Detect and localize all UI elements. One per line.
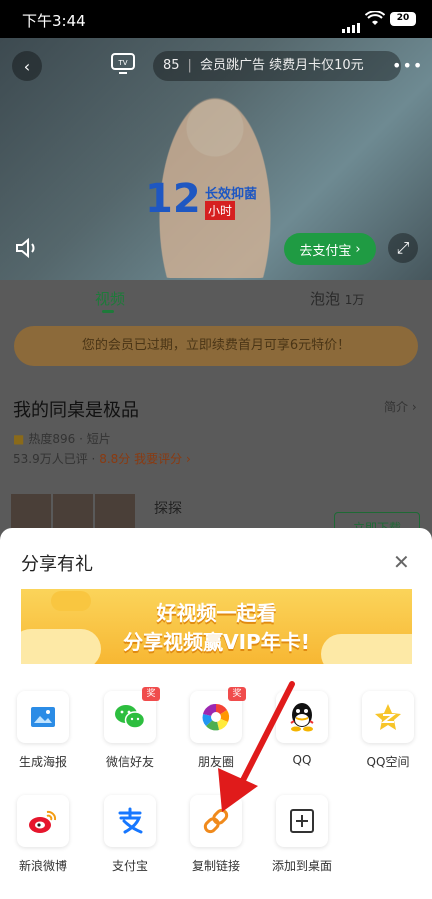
svg-text:TV: TV	[117, 59, 127, 67]
video-player[interactable]: 12 长效抑菌 小时 ‹ TV 85 | 会员跳广告 续费月卡仅10元 ••• 去支…	[0, 38, 432, 280]
banner-line-1: 好视频一起看	[156, 601, 277, 625]
share-item-label: 微信好友	[105, 755, 154, 769]
episode-label: 探探	[154, 501, 182, 517]
ad-countdown: 85	[163, 58, 180, 73]
share-sheet: 分享有礼 ✕ 好视频一起看 分享视频赢VIP年卡! 生成海报 奖 微信好友 奖 …	[0, 528, 432, 899]
banner-line-2: 分享视频赢VIP年卡!	[123, 630, 310, 654]
add-desktop-icon	[276, 795, 328, 847]
volume-icon[interactable]	[14, 236, 40, 264]
ad-promo-sub: 小时	[205, 201, 236, 220]
episode-thumbnails[interactable]	[11, 494, 135, 530]
share-copy-link[interactable]: 复制链接	[176, 795, 256, 874]
share-item-label: QQ空间	[366, 755, 410, 769]
battery-icon: 20	[390, 12, 416, 26]
close-icon[interactable]: ✕	[393, 550, 410, 574]
tab-bubbles-label: 泡泡	[310, 290, 341, 308]
share-wechat[interactable]: 奖 微信好友	[90, 687, 170, 770]
ad-promo-text: 长效抑菌	[205, 187, 258, 202]
cast-tv-icon[interactable]: TV	[110, 51, 136, 79]
share-item-label: 复制链接	[191, 859, 240, 873]
rate-link[interactable]: 我要评分 ›	[134, 452, 191, 466]
tab-bubbles-count: 1万	[344, 293, 365, 307]
more-icon[interactable]: •••	[392, 56, 423, 75]
share-qzone[interactable]: QQ空间	[348, 691, 428, 770]
ad-promo-number: 12	[145, 176, 201, 222]
tab-video[interactable]: 视频	[95, 288, 125, 309]
share-item-label: 添加到桌面	[271, 859, 332, 873]
show-meta: ■ 热度896 · 短片	[13, 432, 111, 446]
genre-label: 短片	[86, 432, 111, 446]
share-item-label: 支付宝	[111, 859, 148, 873]
share-promo-banner[interactable]: 好视频一起看 分享视频赢VIP年卡!	[21, 589, 412, 664]
status-bar: 下午3:44 20	[0, 0, 432, 38]
fire-icon: ■	[13, 432, 25, 446]
wifi-icon	[364, 10, 386, 31]
share-poster[interactable]: 生成海报	[3, 691, 83, 770]
wechat-icon: 奖	[104, 687, 160, 743]
ad-pay-label: 去支付宝	[299, 243, 352, 259]
show-title: 我的同桌是极品	[13, 400, 139, 421]
tab-bubbles[interactable]: 泡泡 1万	[310, 288, 364, 309]
status-time: 下午3:44	[22, 12, 86, 30]
fullscreen-icon[interactable]: ⤢	[388, 233, 418, 263]
alipay-icon	[104, 795, 156, 847]
share-alipay[interactable]: 支付宝	[90, 795, 170, 874]
intro-link[interactable]: 简介 ›	[384, 398, 417, 415]
rate-link-label: 我要评分	[134, 452, 183, 466]
ad-skip-pill[interactable]: 85 | 会员跳广告 续费月卡仅10元	[153, 51, 401, 81]
score-label: 8.8分	[99, 452, 131, 466]
link-icon	[190, 795, 242, 847]
share-item-label: QQ	[292, 753, 312, 767]
reward-badge: 奖	[228, 687, 246, 701]
signal-icon	[342, 14, 362, 33]
reward-badge: 奖	[142, 687, 160, 701]
heat-label: 热度896	[28, 432, 76, 446]
ad-pay-button[interactable]: 去支付宝 ›	[284, 233, 376, 265]
qq-icon	[276, 691, 328, 743]
share-item-label: 朋友圈	[197, 755, 234, 769]
followers-label: 53.9万人已评	[13, 452, 88, 466]
share-weibo[interactable]: 新浪微博	[3, 795, 83, 874]
moments-icon: 奖	[190, 687, 246, 743]
intro-link-label: 简介	[384, 400, 409, 414]
poster-icon	[17, 691, 69, 743]
tab-underline	[102, 310, 114, 313]
ad-text: 会员跳广告 续费月卡仅10元	[199, 58, 364, 73]
weibo-icon	[17, 795, 69, 847]
share-moments[interactable]: 奖 朋友圈	[176, 687, 256, 770]
share-add-desktop[interactable]: 添加到桌面	[262, 795, 342, 874]
vip-renew-banner[interactable]: 您的会员已过期，立即续费首月可享6元特价！	[14, 326, 418, 366]
back-icon[interactable]: ‹	[12, 51, 42, 81]
qzone-icon	[362, 691, 414, 743]
share-qq[interactable]: QQ	[262, 691, 342, 767]
share-item-label: 新浪微博	[18, 859, 67, 873]
share-sheet-title: 分享有礼	[21, 554, 93, 575]
chevron-right-icon: ›	[355, 241, 361, 257]
show-stats: 53.9万人已评 · 8.8分 我要评分 ›	[13, 452, 191, 466]
share-item-label: 生成海报	[18, 755, 67, 769]
